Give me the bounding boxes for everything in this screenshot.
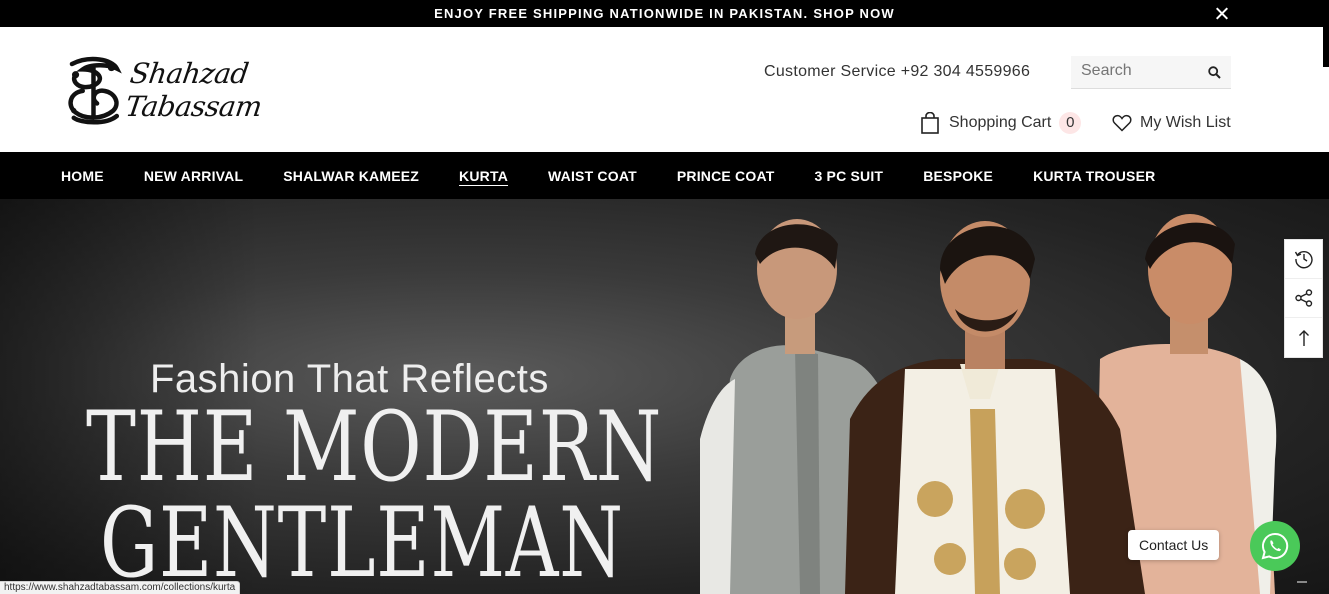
whatsapp-icon <box>1261 532 1289 560</box>
logo-text: Shahzad Tabassam <box>123 57 264 123</box>
announcement-text: ENJOY FREE SHIPPING NATIONWIDE IN PAKIST… <box>434 6 809 21</box>
scrollbar[interactable] <box>1323 27 1329 67</box>
logo[interactable]: Shahzad Tabassam <box>63 51 363 129</box>
contact-us-button[interactable]: Contact Us <box>1128 530 1220 560</box>
minimize-indicator <box>1297 581 1307 583</box>
nav-item-home[interactable]: HOME <box>61 168 104 184</box>
nav-item-waist-coat[interactable]: WAIST COAT <box>548 168 637 184</box>
nav-item-prince-coat[interactable]: PRINCE COAT <box>677 168 775 184</box>
customer-service-phone[interactable]: Customer Service +92 304 4559966 <box>764 63 1030 81</box>
share-icon <box>1294 289 1312 307</box>
status-bar-url: https://www.shahzadtabassam.com/collecti… <box>0 581 241 594</box>
site-header: Shahzad Tabassam Customer Service +92 30… <box>0 33 1323 152</box>
heart-icon <box>1112 114 1132 132</box>
whatsapp-button[interactable] <box>1250 521 1300 571</box>
wishlist-label: My Wish List <box>1140 114 1231 131</box>
cart-label: Shopping Cart <box>949 114 1052 131</box>
shopping-bag-icon <box>921 112 939 134</box>
main-nav: HOME NEW ARRIVAL SHALWAR KAMEEZ KURTA WA… <box>0 152 1329 199</box>
search-input[interactable] <box>1081 62 1201 80</box>
back-to-top-button[interactable] <box>1285 318 1322 357</box>
close-icon[interactable] <box>1213 4 1231 22</box>
announcement-bar: ENJOY FREE SHIPPING NATIONWIDE IN PAKIST… <box>0 0 1329 27</box>
search-box[interactable] <box>1071 56 1231 89</box>
wishlist-link[interactable]: My Wish List <box>1112 114 1231 132</box>
back-to-top-icon <box>1298 329 1309 346</box>
cart-count-badge: 0 <box>1059 112 1082 134</box>
search-icon[interactable] <box>1208 66 1221 79</box>
shop-now-link[interactable]: SHOP NOW <box>813 6 895 21</box>
nav-item-new-arrival[interactable]: NEW ARRIVAL <box>144 168 243 184</box>
share-button[interactable] <box>1285 279 1322 318</box>
nav-item-kurta[interactable]: KURTA <box>459 168 508 184</box>
nav-item-bespoke[interactable]: BESPOKE <box>923 168 993 184</box>
shopping-cart-link[interactable]: Shopping Cart 0 <box>920 112 1082 134</box>
hero-headline-line-1: THE MODERN <box>86 391 663 503</box>
hero-headline-line-2: GENTLEMAN <box>100 487 624 594</box>
hero-models-image <box>700 214 1277 594</box>
nav-item-shalwar-kameez[interactable]: SHALWAR KAMEEZ <box>283 168 419 184</box>
nav-item-3-pc-suit[interactable]: 3 PC SUIT <box>814 168 883 184</box>
nav-item-kurta-trouser[interactable]: KURTA TROUSER <box>1033 168 1155 184</box>
side-tools-panel <box>1284 239 1323 358</box>
recently-viewed-button[interactable] <box>1285 240 1322 279</box>
history-icon <box>1294 251 1313 269</box>
logo-monogram-icon <box>68 56 122 125</box>
